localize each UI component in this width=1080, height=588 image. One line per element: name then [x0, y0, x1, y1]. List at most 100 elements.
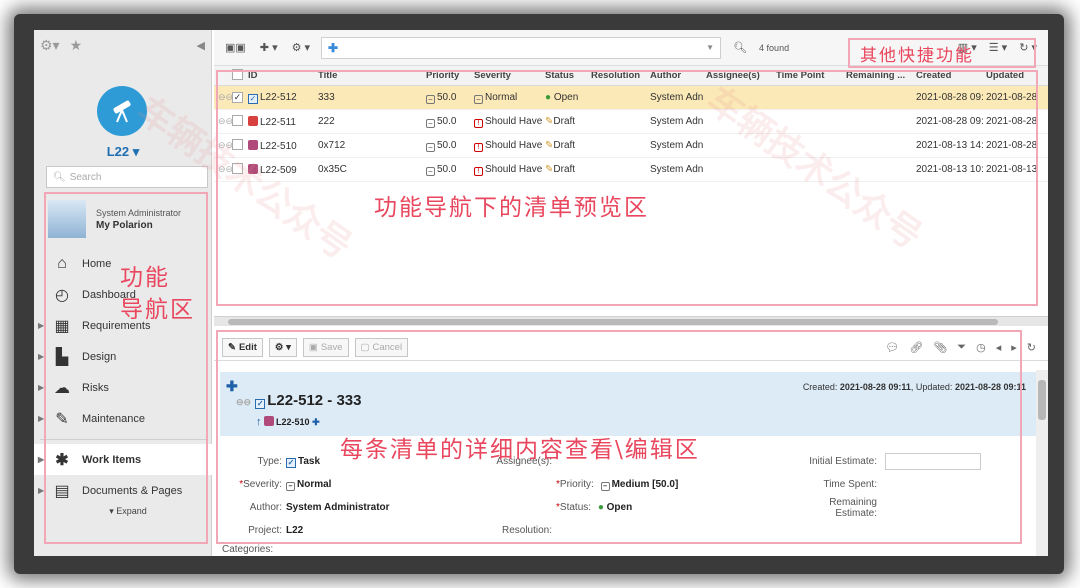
- column-header[interactable]: Priority: [426, 70, 474, 81]
- expand-arrow-icon[interactable]: ▶: [38, 352, 44, 361]
- cancel-icon: ▢: [360, 342, 370, 353]
- row-checkbox[interactable]: [232, 114, 243, 126]
- history-icon[interactable]: ◷: [976, 341, 986, 354]
- sidebar-item-work-items[interactable]: ▶ ✱ Work Items: [34, 444, 212, 475]
- work-item-types-icon[interactable]: ▣▣: [222, 38, 249, 58]
- requirements-icon: ▦: [54, 317, 70, 335]
- project-value[interactable]: L22: [286, 525, 486, 536]
- sidebar-item-label: Home: [82, 257, 112, 270]
- add-link-icon[interactable]: ✚: [312, 417, 320, 427]
- sidebar-item-design[interactable]: ▶ ▙ Design: [34, 341, 212, 372]
- expand-link[interactable]: ▾ Expand: [34, 506, 212, 526]
- updated-value: 2021-08-28 09:11: [954, 382, 1026, 392]
- collapse-sidebar-icon[interactable]: ◀: [197, 39, 205, 52]
- parent-link[interactable]: ↑ L22-510 ✚: [256, 416, 320, 428]
- refresh-icon[interactable]: ↻ ▾: [1016, 38, 1040, 58]
- settings-icon[interactable]: ⚙▾: [40, 37, 60, 54]
- user-panel[interactable]: System Administrator My Polarion: [48, 200, 181, 238]
- horizontal-scrollbar[interactable]: [214, 316, 1048, 326]
- search-icon[interactable]: 🔍︎: [729, 38, 751, 58]
- status-label: *Status:: [556, 502, 592, 513]
- column-header[interactable]: Updated: [986, 70, 1046, 81]
- status-field[interactable]: *Status: ● Open: [556, 502, 786, 513]
- chevron-down-icon[interactable]: ▼: [706, 43, 714, 52]
- priority-field[interactable]: *Priority: – Medium [50.0]: [556, 479, 786, 491]
- sidebar-item-documents[interactable]: ▶ ▤ Documents & Pages: [34, 475, 212, 506]
- severity-icon: –: [474, 94, 483, 104]
- status-text: Open: [606, 502, 633, 513]
- sidebar-item-maintenance[interactable]: ▶ ✎ Maintenance: [34, 403, 212, 434]
- sidebar-item-risks[interactable]: ▶ ☁ Risks: [34, 372, 212, 403]
- next-icon[interactable]: ▸: [1011, 341, 1017, 354]
- filter-icon[interactable]: ⏷: [957, 341, 966, 354]
- expand-arrow-icon[interactable]: ▶: [38, 414, 44, 423]
- my-polarion-link[interactable]: My Polarion: [96, 220, 181, 231]
- vertical-scrollbar[interactable]: [1036, 370, 1048, 556]
- row-priority: 50.0: [437, 115, 457, 127]
- columns-icon[interactable]: ☰ ▾: [986, 38, 1010, 58]
- resolution-label: Resolution:: [501, 525, 552, 536]
- row-author: System Adn: [650, 140, 704, 151]
- detail-actions-button[interactable]: ⚙ ▾: [268, 338, 297, 357]
- row-priority: 50.0: [437, 139, 457, 151]
- user-name: System Administrator: [96, 207, 182, 218]
- link-icon[interactable]: ⊖⊖: [214, 92, 232, 103]
- select-all-checkbox[interactable]: [232, 68, 243, 80]
- severity-icon: !: [474, 166, 483, 176]
- expand-arrow-icon[interactable]: ▶: [38, 383, 44, 392]
- table-header: ID Title Priority Severity Status Resolu…: [214, 66, 1048, 86]
- parent-id: L22-510: [276, 417, 310, 427]
- save-button[interactable]: ▣ Save: [302, 338, 349, 357]
- cancel-button[interactable]: ▢ Cancel: [354, 338, 409, 357]
- edit-button[interactable]: ✎ Edit: [222, 338, 263, 357]
- row-status: Draft: [553, 116, 576, 127]
- field-row: *Severity: – Normal *Priority: – Medium [5…: [220, 473, 1036, 496]
- expand-arrow-icon[interactable]: ▶: [38, 455, 44, 464]
- column-header[interactable]: Author: [650, 70, 706, 81]
- column-header[interactable]: Resolution: [591, 70, 650, 81]
- column-header[interactable]: Status: [545, 70, 591, 81]
- author-value: System Administrator: [286, 502, 390, 513]
- actions-menu-button[interactable]: ⚙ ▾: [289, 38, 313, 58]
- column-header[interactable]: Time Point: [776, 70, 846, 81]
- initial-estimate-input[interactable]: [885, 453, 981, 470]
- column-header[interactable]: Title: [318, 70, 426, 81]
- annotation-list-label: 功能导航下的清单预览区: [374, 195, 649, 221]
- expand-arrow-icon[interactable]: ▶: [38, 321, 44, 330]
- severity-value[interactable]: – Normal: [286, 479, 486, 491]
- work-item-fields: Type: ✓ Task Assignee(s): Initial Estimat…: [220, 450, 1036, 556]
- refresh-icon[interactable]: ↻: [1027, 341, 1036, 354]
- column-header[interactable]: Created: [916, 70, 986, 81]
- field-row: Author: System Administrator *Status: ● …: [220, 496, 1036, 519]
- column-header[interactable]: Severity: [474, 70, 545, 81]
- star-icon[interactable]: ★: [70, 37, 83, 54]
- previous-icon[interactable]: ◂: [996, 341, 1002, 354]
- risks-icon: ☁: [54, 379, 70, 397]
- scrollbar-thumb[interactable]: [228, 319, 998, 325]
- scrollbar-thumb[interactable]: [1038, 380, 1046, 420]
- sidebar-divider: [40, 434, 206, 440]
- column-header[interactable]: Remaining ...: [846, 70, 916, 81]
- query-input[interactable]: ✚ ▼: [321, 36, 722, 59]
- column-header[interactable]: Assignee(s): [706, 70, 776, 81]
- row-id[interactable]: L22-512: [260, 92, 297, 103]
- row-id[interactable]: L22-511: [260, 117, 296, 128]
- comment-icon[interactable]: 💬︎: [885, 341, 899, 354]
- table-row[interactable]: ⊖⊖ L22-511 222 –50.0 ! Should Have ✎Draft…: [214, 110, 1048, 134]
- table-row[interactable]: ⊖⊖ L22-509 0x35C –50.0 ! Should Have ✎Dra…: [214, 158, 1048, 182]
- row-id[interactable]: L22-510: [260, 141, 297, 152]
- table-row[interactable]: ⊖⊖ ✓ ✓ L22-512 333 –50.0 – Normal ● Open S…: [214, 86, 1048, 110]
- project-label: Project:: [248, 525, 282, 536]
- row-checkbox[interactable]: ✓: [232, 92, 243, 103]
- expand-arrow-icon[interactable]: ▶: [38, 486, 44, 495]
- priority-label: *Priority:: [556, 478, 594, 490]
- row-title: 222: [318, 116, 335, 127]
- attachment-icon[interactable]: 📎︎: [933, 341, 947, 354]
- link-icon[interactable]: 🔗︎: [909, 341, 923, 354]
- work-item-header: ✚ ⊖⊖ ✓ L22-512 - 333 ↑ L22-510 ✚ Created:…: [220, 372, 1036, 436]
- sidebar-search-input[interactable]: 🔍︎ Search: [46, 166, 208, 188]
- create-button[interactable]: ✚ ▾: [257, 38, 281, 58]
- remaining-estimate-label: Remaining Estimate:: [829, 496, 877, 519]
- column-header[interactable]: ID: [248, 70, 318, 81]
- table-row[interactable]: ⊖⊖ L22-510 0x712 –50.0 ! Should Have ✎Dra…: [214, 134, 1048, 158]
